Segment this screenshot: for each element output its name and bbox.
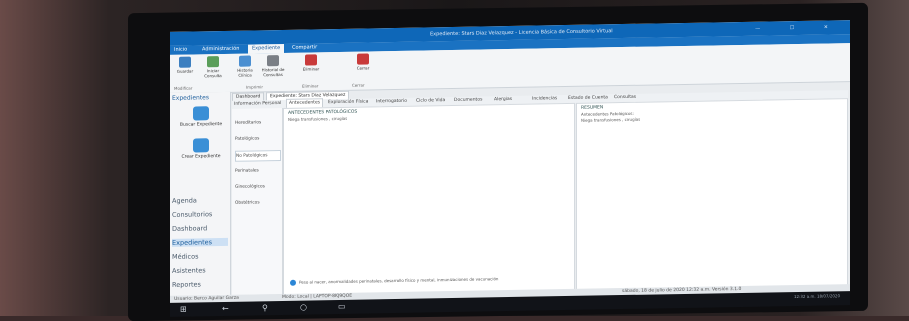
- printer-icon: [267, 55, 279, 67]
- back-icon[interactable]: ←: [222, 304, 229, 314]
- nav-agenda[interactable]: Agenda: [172, 196, 228, 204]
- historia-clinica-label: Historia Clínica: [237, 67, 253, 78]
- app-window: Expediente: Stars Diaz Velazquez - Licen…: [170, 20, 850, 304]
- ant-ginecologicos[interactable]: Ginecológicos: [235, 182, 279, 192]
- crear-expediente-label: Crear Expediente: [181, 154, 221, 160]
- eliminar-button[interactable]: Eliminar: [298, 54, 324, 72]
- cerrar-button[interactable]: Cerrar: [350, 53, 376, 71]
- nav-expedientes[interactable]: Expedientes: [172, 237, 228, 247]
- task-view-icon[interactable]: ▭: [338, 302, 346, 312]
- guardar-button[interactable]: Guardar: [172, 56, 198, 74]
- document-icon: [239, 55, 251, 67]
- system-clock[interactable]: 12:32 a.m. 18/07/2020: [794, 293, 840, 299]
- user-add-icon: [193, 138, 209, 153]
- nav-reportes[interactable]: Reportes: [172, 280, 228, 289]
- historia-clinica-button[interactable]: Historia Clínica: [232, 55, 258, 78]
- delete-x-icon: [305, 54, 317, 66]
- ant-no-patologicos[interactable]: No Patológicos: [235, 149, 281, 162]
- antecedentes-panel: Hereditarios Patológicos No Patológicos …: [232, 107, 283, 295]
- crear-expediente-button[interactable]: Crear Expediente: [175, 138, 227, 160]
- window-controls[interactable]: — ☐ ✕: [755, 20, 842, 36]
- nav-dashboard[interactable]: Dashboard: [172, 224, 228, 233]
- historial-consultas-button[interactable]: Historial de Consultas: [260, 55, 286, 77]
- guardar-label: Guardar: [176, 68, 194, 74]
- antecedentes-editor[interactable]: ANTECEDENTES PATOLÓGICOS Niega transfusi…: [283, 102, 575, 296]
- ant-hereditarios[interactable]: Hereditarios: [235, 118, 279, 128]
- info-icon: [290, 279, 296, 286]
- resumen-line-2: Niega transfusiones , cirugías: [581, 116, 641, 123]
- cortana-icon[interactable]: ○: [300, 303, 307, 313]
- group-cerrar: Cerrar: [352, 82, 365, 88]
- save-icon: [179, 56, 191, 68]
- eliminar-label: Eliminar: [302, 66, 320, 72]
- iniciar-consulta-button[interactable]: Iniciar Consulta: [200, 56, 226, 78]
- nav-medicos[interactable]: Médicos: [172, 252, 228, 260]
- ant-patologicos[interactable]: Patológicos: [235, 134, 279, 144]
- menu-inicio[interactable]: Inicio: [174, 46, 187, 55]
- close-icon: [357, 53, 369, 65]
- group-modificar: Modificar: [174, 85, 193, 91]
- group-imprimir: Imprimir: [246, 84, 264, 90]
- group-eliminar: Eliminar: [302, 83, 319, 89]
- menu-compartir[interactable]: Compartir: [292, 43, 317, 52]
- ant-perinatales[interactable]: Perinatales: [235, 166, 279, 176]
- checklist-icon: [207, 56, 219, 68]
- cerrar-label: Cerrar: [356, 65, 370, 71]
- search-icon[interactable]: ⚲: [262, 303, 268, 313]
- historial-consultas-label: Historial de Consultas: [261, 66, 285, 78]
- sidebar: Expedientes Buscar Expediente Crear Expe…: [170, 91, 231, 296]
- clock-time: 12:32 a.m.: [793, 293, 816, 300]
- nav-consultorios[interactable]: Consultorios: [172, 210, 228, 219]
- iniciar-consulta-label: Iniciar Consulta: [204, 68, 222, 79]
- clock-date: 18/07/2020: [816, 293, 840, 299]
- resumen-line-1: Antecedentes Patológicos:: [581, 110, 634, 117]
- section-text: Niega transfusiones , cirugías: [288, 115, 348, 122]
- sidebar-header: Expedientes: [172, 94, 209, 102]
- resumen-title: RESUMEN: [581, 105, 604, 111]
- buscar-expediente-label: Buscar Expediente: [179, 122, 223, 128]
- nav-asistentes[interactable]: Asistentes: [172, 266, 228, 275]
- buscar-expediente-button[interactable]: Buscar Expediente: [175, 106, 227, 128]
- ant-obstetricos[interactable]: Obstétricos: [235, 198, 279, 208]
- user-search-icon: [193, 106, 209, 121]
- hint-note: Peso al nacer, anormalidades perinatales…: [286, 272, 570, 289]
- hint-text: Peso al nacer, anormalidades perinatales…: [299, 276, 499, 285]
- resumen-panel: RESUMEN Antecedentes Patológicos: Niega …: [576, 98, 848, 291]
- windows-start-icon[interactable]: ⊞: [180, 305, 187, 315]
